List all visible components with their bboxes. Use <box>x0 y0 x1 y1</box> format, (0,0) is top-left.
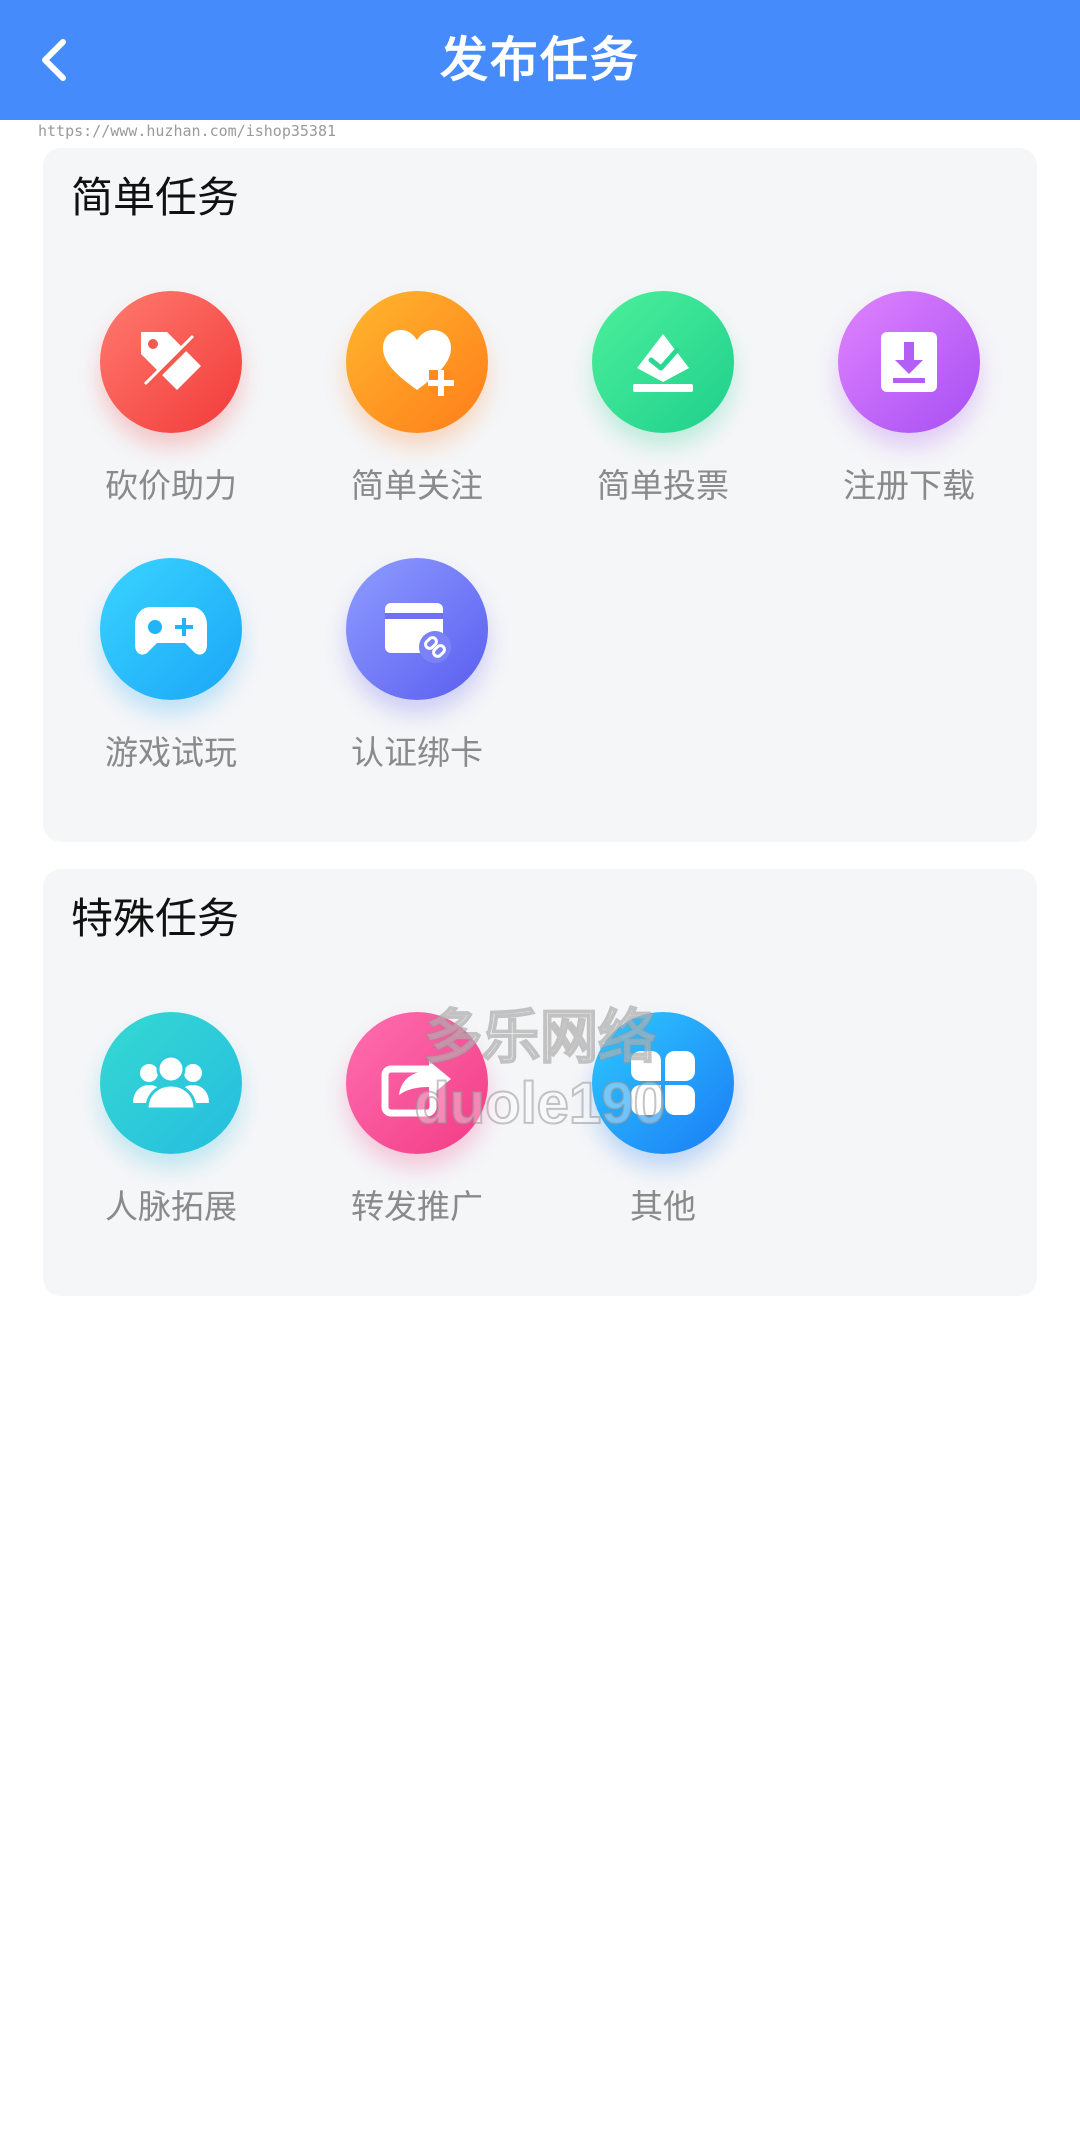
task-label: 简单投票 <box>597 466 729 505</box>
card-link-icon <box>346 558 488 700</box>
heart-plus-icon <box>346 291 488 433</box>
task-item-share[interactable]: 转发推广 <box>317 1012 517 1252</box>
url-watermark: https://www.huzhan.com/ishop35381 <box>38 122 337 140</box>
special-tasks-section: 特殊任务 人脉拓展 转发推广 其他 <box>43 869 1037 1296</box>
task-item-bargain[interactable]: 砍价助力 <box>71 291 271 531</box>
task-label: 人脉拓展 <box>105 1187 237 1226</box>
task-item-follow[interactable]: 简单关注 <box>317 291 517 531</box>
page-title: 发布任务 <box>439 32 640 88</box>
task-label: 简单关注 <box>351 466 483 505</box>
app-header: 发布任务 <box>0 0 1080 120</box>
task-item-bind-card[interactable]: 认证绑卡 <box>317 558 517 798</box>
task-label: 认证绑卡 <box>351 733 483 772</box>
task-item-register[interactable]: 注册下载 <box>809 291 1009 531</box>
section-title: 简单任务 <box>71 173 240 222</box>
task-label: 游戏试玩 <box>105 733 237 772</box>
task-item-game[interactable]: 游戏试玩 <box>71 558 271 798</box>
simple-tasks-section: 简单任务 砍价助力 简单关注 简单投票 注册下载 游戏试玩 认证绑卡 <box>43 148 1037 842</box>
section-title: 特殊任务 <box>71 894 240 943</box>
clover-icon <box>592 1012 734 1154</box>
task-label: 砍价助力 <box>105 466 237 505</box>
download-icon <box>838 291 980 433</box>
task-label: 其他 <box>630 1187 696 1226</box>
task-label: 注册下载 <box>843 466 975 505</box>
price-tag-icon <box>100 291 242 433</box>
vote-ballot-icon <box>592 291 734 433</box>
task-item-other[interactable]: 其他 <box>563 1012 763 1252</box>
users-icon <box>100 1012 242 1154</box>
task-item-vote[interactable]: 简单投票 <box>563 291 763 531</box>
share-forward-icon <box>346 1012 488 1154</box>
gamepad-icon <box>100 558 242 700</box>
task-label: 转发推广 <box>351 1187 483 1226</box>
task-item-network[interactable]: 人脉拓展 <box>71 1012 271 1252</box>
